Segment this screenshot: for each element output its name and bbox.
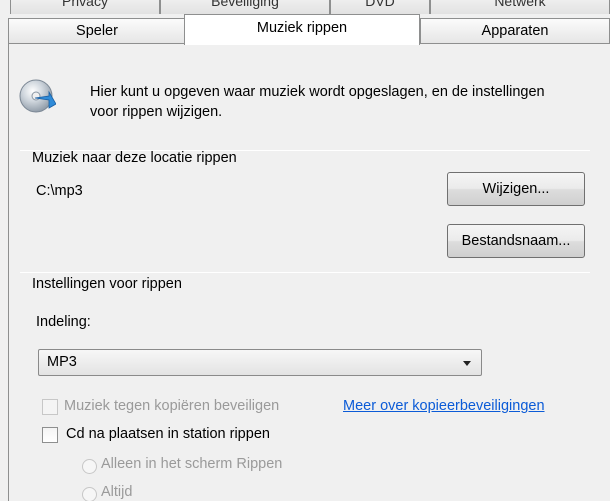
tab-devices[interactable]: Apparaten xyxy=(420,18,610,44)
rip-cd-label: Cd na plaatsen in station rippen xyxy=(66,426,270,442)
separator-settings xyxy=(20,272,590,273)
radio-always[interactable] xyxy=(82,487,97,501)
radio-only-rip-tab-label: Alleen in het scherm Rippen xyxy=(101,456,283,472)
format-select-value: MP3 xyxy=(47,354,77,370)
tab-dvd[interactable]: DVD xyxy=(330,0,430,14)
tab-row: Speler Muziek rippen Apparaten xyxy=(0,14,610,45)
tab-rip-music[interactable]: Muziek rippen xyxy=(184,14,420,45)
format-label: Indeling: xyxy=(36,314,91,330)
copy-protect-info-link[interactable]: Meer over kopieerbeveiligingen xyxy=(343,398,545,414)
intro-text: Hier kunt u opgeven waar muziek wordt op… xyxy=(90,84,545,120)
cd-rip-icon xyxy=(19,79,56,113)
change-location-button[interactable]: Wijzigen... xyxy=(447,172,585,206)
chevron-down-icon xyxy=(463,361,471,366)
location-heading: Muziek naar deze locatie rippen xyxy=(32,150,237,166)
copy-protect-label: Muziek tegen kopiëren beveiligen xyxy=(64,398,280,414)
location-path: C:\mp3 xyxy=(36,183,83,199)
radio-always-label: Altijd xyxy=(101,484,133,500)
copy-protect-checkbox[interactable] xyxy=(42,399,58,415)
tab-privacy[interactable]: Privacy xyxy=(10,0,160,14)
tab-network[interactable]: Netwerk xyxy=(430,0,610,14)
settings-heading: Instellingen voor rippen xyxy=(32,276,182,292)
tab-row-back: Privacy Beveiliging DVD Netwerk xyxy=(0,0,610,14)
filename-button[interactable]: Bestandsnaam... xyxy=(447,224,585,258)
tab-security[interactable]: Beveiliging xyxy=(160,0,330,14)
tab-player[interactable]: Speler xyxy=(8,18,186,44)
format-select[interactable]: MP3 xyxy=(38,349,482,376)
rip-cd-checkbox[interactable] xyxy=(42,427,58,443)
radio-only-rip-tab[interactable] xyxy=(82,459,97,474)
